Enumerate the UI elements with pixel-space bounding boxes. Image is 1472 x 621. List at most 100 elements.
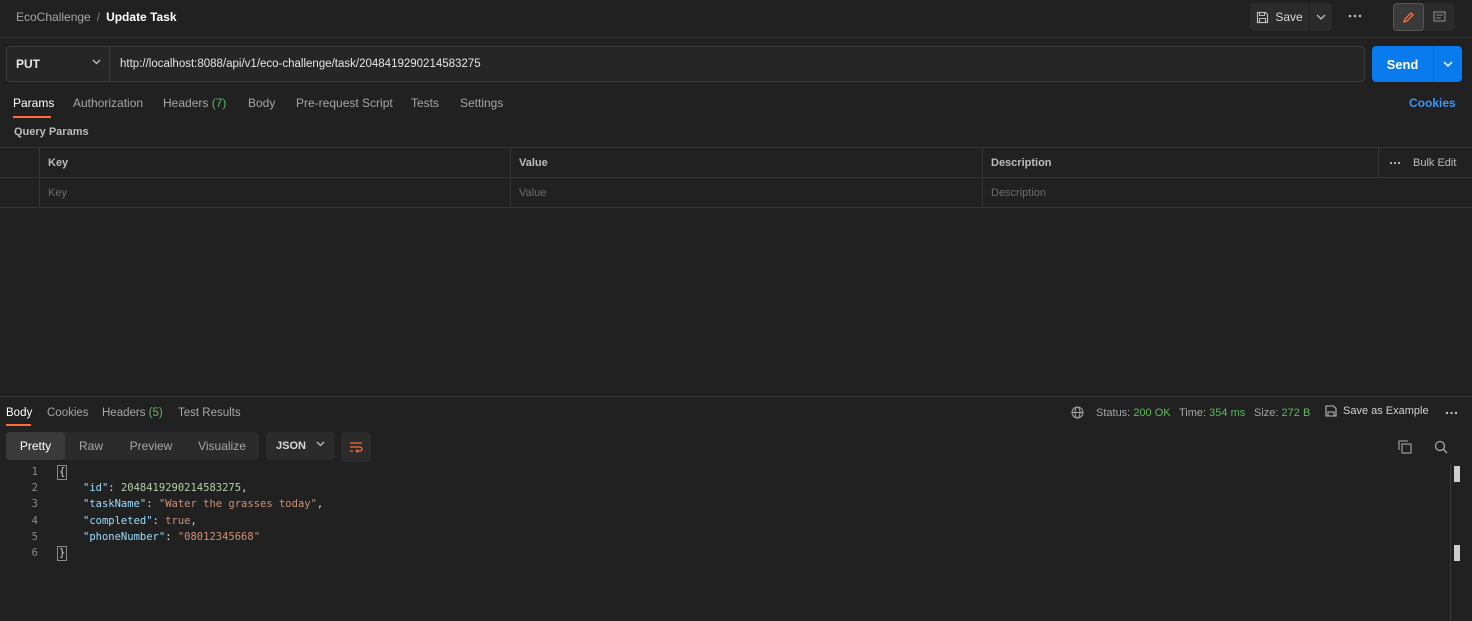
tab-count: (7) [211, 96, 227, 110]
time-readout: Time: 354 ms [1179, 407, 1245, 419]
edit-mode-button[interactable] [1393, 3, 1424, 31]
send-button-group: Send [1372, 46, 1462, 82]
value-input[interactable]: Value [510, 178, 983, 208]
url-value: http://localhost:8088/api/v1/eco-challen… [120, 58, 481, 70]
view-preview-button[interactable]: Preview [117, 432, 185, 460]
save-icon [1325, 405, 1337, 417]
code-line: 3 "taskName": "Water the grasses today", [0, 496, 1440, 512]
save-icon [1257, 11, 1269, 23]
line-number: 6 [31, 547, 38, 559]
top-bar: EcoChallenge / Update Task Save [0, 0, 1472, 38]
chevron-down-icon [1316, 14, 1326, 20]
json-value: true [165, 515, 191, 527]
format-select[interactable]: JSON [266, 432, 335, 460]
view-raw-button[interactable]: Raw [65, 432, 117, 460]
format-value: JSON [276, 440, 306, 452]
description-input[interactable]: Description [982, 178, 1472, 208]
save-label: Save [1275, 10, 1303, 24]
tab-tests[interactable]: Tests [411, 96, 439, 110]
json-value: "08012345668" [177, 531, 261, 543]
request-title[interactable]: Update Task [106, 10, 176, 24]
json-value: 2048419290214583275 [120, 482, 242, 494]
url-input[interactable]: http://localhost:8088/api/v1/eco-challen… [110, 46, 1365, 82]
wrap-lines-icon [350, 442, 363, 453]
line-number: 1 [31, 466, 38, 478]
line-number: 5 [31, 531, 38, 543]
response-tab-body[interactable]: Body [6, 407, 32, 419]
more-horizontal-icon [1348, 14, 1362, 18]
bulk-edit-button[interactable]: Bulk Edit [1413, 157, 1456, 169]
breadcrumb-separator: / [96, 10, 101, 24]
key-input[interactable]: Key [39, 178, 511, 208]
cookies-link[interactable]: Cookies [1409, 96, 1456, 110]
tab-authorization[interactable]: Authorization [73, 96, 143, 110]
json-separator: : [152, 515, 166, 527]
response-header: Body Cookies Headers (5) Test Results St… [0, 396, 1472, 426]
size-label: Size: [1254, 407, 1279, 419]
pencil-icon [1402, 11, 1414, 23]
copy-icon[interactable] [1398, 440, 1412, 454]
tab-params[interactable]: Params [13, 96, 54, 110]
tab-label: Cookies [47, 407, 89, 419]
tab-label: Body [6, 407, 33, 419]
json-tail: , [316, 498, 324, 510]
search-icon[interactable] [1434, 440, 1448, 454]
bulk-edit-area: Bulk Edit [1378, 148, 1472, 178]
status-label: Status: [1096, 407, 1131, 419]
json-separator: : [165, 531, 178, 543]
more-horizontal-icon[interactable] [1445, 411, 1458, 415]
save-as-example-button[interactable]: Save as Example [1325, 405, 1429, 417]
chevron-down-icon [1443, 61, 1453, 67]
tab-headers[interactable]: Headers (7) [163, 96, 226, 110]
wrap-lines-button[interactable] [341, 432, 371, 462]
json-value: "Water the grasses today" [158, 498, 317, 510]
tab-count: (5) [148, 407, 163, 419]
more-horizontal-icon[interactable] [1389, 161, 1401, 165]
tab-label: Params [13, 96, 55, 110]
response-view-modes: Pretty Raw Preview Visualize [6, 432, 259, 460]
globe-icon[interactable] [1071, 406, 1084, 419]
editor-scrollbar[interactable] [1450, 464, 1460, 621]
query-params-table: Key Value Description Bulk Edit Key Valu… [0, 147, 1472, 208]
method-select[interactable]: PUT [6, 46, 110, 82]
breadcrumb-collection[interactable]: EcoChallenge [16, 10, 91, 24]
send-options-button[interactable] [1433, 46, 1462, 82]
json-key: "completed" [83, 515, 153, 527]
comment-icon [1433, 11, 1446, 22]
scrollbar-marker [1454, 545, 1460, 561]
tab-pre-request-script[interactable]: Pre-request Script [296, 96, 393, 110]
close-brace: } [57, 545, 68, 561]
comments-button[interactable] [1424, 3, 1455, 31]
more-actions-button[interactable] [1344, 9, 1366, 23]
response-tab-headers[interactable]: Headers (5) [102, 407, 163, 419]
chevron-down-icon [92, 59, 101, 65]
active-tab-indicator [13, 116, 51, 118]
json-key: "id" [83, 482, 109, 494]
tab-label: Authorization [73, 96, 144, 110]
code-line: 4 "completed": true, [0, 513, 1440, 529]
save-options-button[interactable] [1309, 3, 1332, 31]
json-separator: : [108, 482, 121, 494]
time-label: Time: [1179, 407, 1207, 419]
json-key: "phoneNumber" [83, 531, 166, 543]
chevron-down-icon [316, 441, 325, 447]
json-key: "taskName" [83, 498, 147, 510]
tab-settings[interactable]: Settings [460, 96, 503, 110]
status-value: 200 OK [1133, 407, 1171, 419]
save-button[interactable]: Save [1250, 3, 1309, 31]
view-pretty-button[interactable]: Pretty [6, 432, 65, 460]
tab-label: Pre-request Script [296, 96, 393, 110]
view-visualize-button[interactable]: Visualize [185, 432, 259, 460]
tab-body[interactable]: Body [248, 96, 275, 110]
tab-label: Body [248, 96, 276, 110]
response-tab-cookies[interactable]: Cookies [47, 407, 89, 419]
column-header-key: Key [39, 148, 511, 178]
line-number: 2 [31, 482, 38, 494]
time-value: 354 ms [1209, 407, 1246, 419]
save-button-group: Save [1250, 3, 1332, 31]
editor-mode-toggle [1393, 3, 1455, 31]
tab-label: Tests [411, 96, 440, 110]
table-row: Key Value Description [0, 178, 1472, 208]
response-tab-test-results[interactable]: Test Results [178, 407, 241, 419]
send-button[interactable]: Send [1372, 46, 1433, 82]
